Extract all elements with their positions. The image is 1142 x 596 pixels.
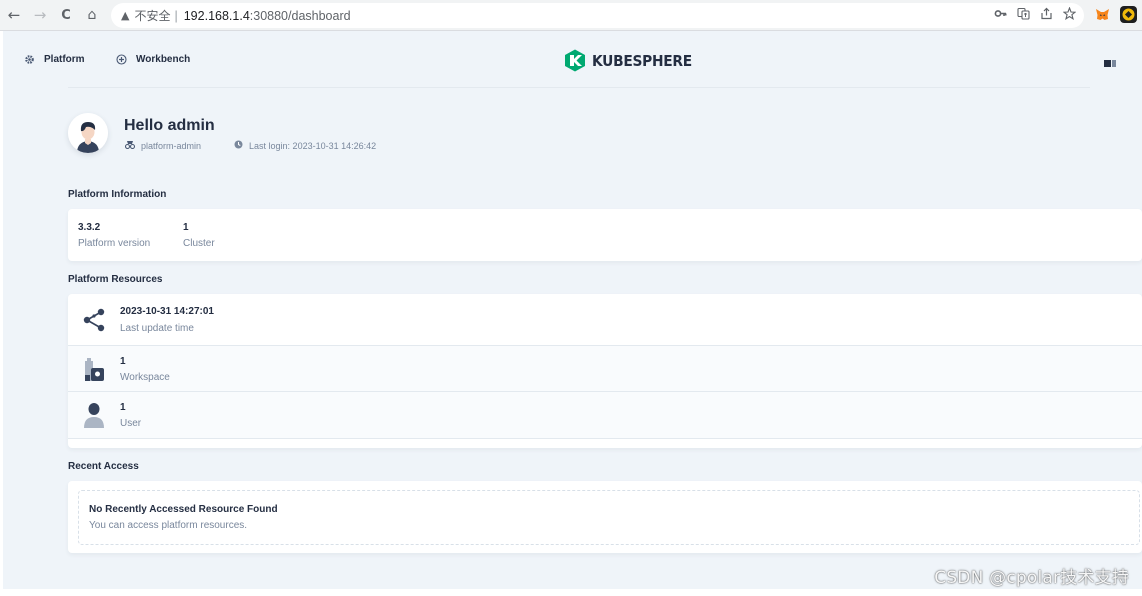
watermark: CSDN @cpolar技术支持 <box>934 568 1129 588</box>
nav-platform[interactable]: Platform <box>23 53 85 65</box>
workbench-icon <box>115 53 127 65</box>
greeting-meta: platform-admin Last login: 2023-10-31 14… <box>124 140 377 152</box>
last-login: Last login: 2023-10-31 14:26:42 <box>249 141 377 151</box>
browser-toolbar: ← → C ⌂ ▲ 不安全 | 192.168.1.4:30880/dashbo… <box>0 0 1142 31</box>
recent-access-card: No Recently Accessed Resource Found You … <box>68 481 1142 553</box>
resource-row-update: 2023-10-31 14:27:01 Last update time <box>68 294 1142 346</box>
url-host: 192.168.1.4 <box>183 8 250 23</box>
user-icon <box>82 401 106 428</box>
workspace-icon <box>82 355 106 381</box>
url-separator: | <box>174 8 178 23</box>
back-icon[interactable]: ← <box>3 4 25 26</box>
empty-state-description: You can access platform resources. <box>89 520 248 531</box>
metamask-icon[interactable] <box>1094 6 1111 23</box>
workspace-value: 1 <box>120 356 126 367</box>
platform-resources-card: 2023-10-31 14:27:01 Last update time 1 W… <box>68 294 1142 448</box>
nav-workbench[interactable]: Workbench <box>115 53 190 65</box>
user-label: User <box>120 418 142 429</box>
workspace-label: Workspace <box>120 372 170 383</box>
platform-version-item: 3.3.2 Platform version <box>78 222 150 249</box>
cluster-value: 1 <box>183 222 189 233</box>
cluster-label: Cluster <box>183 238 215 249</box>
resource-row-user[interactable]: 1 User <box>68 392 1142 439</box>
nodes-icon <box>82 307 106 333</box>
empty-state: No Recently Accessed Resource Found You … <box>78 490 1140 545</box>
recent-access-title: Recent Access <box>68 461 139 472</box>
warning-icon: ▲ <box>121 9 130 22</box>
share-icon[interactable] <box>1040 7 1053 23</box>
translate-icon[interactable] <box>1017 7 1030 23</box>
home-icon[interactable]: ⌂ <box>81 4 103 26</box>
nav-platform-label: Platform <box>44 53 85 65</box>
clock-icon <box>234 140 243 152</box>
forward-icon[interactable]: → <box>29 4 51 26</box>
greeting-section: Hello admin platform-admin Last login: 2… <box>68 113 768 163</box>
menu-icon[interactable] <box>1104 55 1116 67</box>
empty-state-title: No Recently Accessed Resource Found <box>89 504 278 515</box>
resource-row-workspace[interactable]: 1 Workspace <box>68 346 1142 392</box>
cluster-item[interactable]: 1 Cluster <box>183 222 215 249</box>
key-icon[interactable] <box>994 7 1007 23</box>
platform-info-card: 3.3.2 Platform version 1 Cluster <box>68 209 1142 261</box>
avatar <box>68 113 108 153</box>
last-update-label: Last update time <box>120 323 194 334</box>
address-bar[interactable]: ▲ 不安全 | 192.168.1.4:30880/dashboard <box>111 3 1084 28</box>
kubesphere-console: Platform Workbench KUBESPHERE Hello admi… <box>3 31 1142 589</box>
platform-version-label: Platform version <box>78 238 151 249</box>
top-navigation: Platform Workbench KUBESPHERE <box>3 31 1142 89</box>
user-value: 1 <box>120 402 126 413</box>
kubesphere-logo-icon <box>565 49 585 72</box>
greeting-title: Hello admin <box>124 117 215 134</box>
header-divider <box>68 87 1090 88</box>
platform-resources-title: Platform Resources <box>68 274 163 285</box>
logo-text: KUBESPHERE <box>592 51 692 70</box>
insecure-label: 不安全 <box>134 9 171 23</box>
last-update-value: 2023-10-31 14:27:01 <box>120 306 214 317</box>
platform-info-title: Platform Information <box>68 189 167 200</box>
star-icon[interactable] <box>1062 6 1077 23</box>
extension-icon[interactable] <box>1120 6 1137 23</box>
role-label: platform-admin <box>141 141 202 151</box>
gear-icon <box>23 53 35 65</box>
url-path: :30880/dashboard <box>249 8 351 23</box>
reload-icon[interactable]: C <box>55 4 77 26</box>
nav-workbench-label: Workbench <box>136 53 191 65</box>
platform-version-value: 3.3.2 <box>78 222 101 233</box>
role-icon <box>124 140 136 152</box>
kubesphere-logo[interactable]: KUBESPHERE <box>564 49 701 72</box>
